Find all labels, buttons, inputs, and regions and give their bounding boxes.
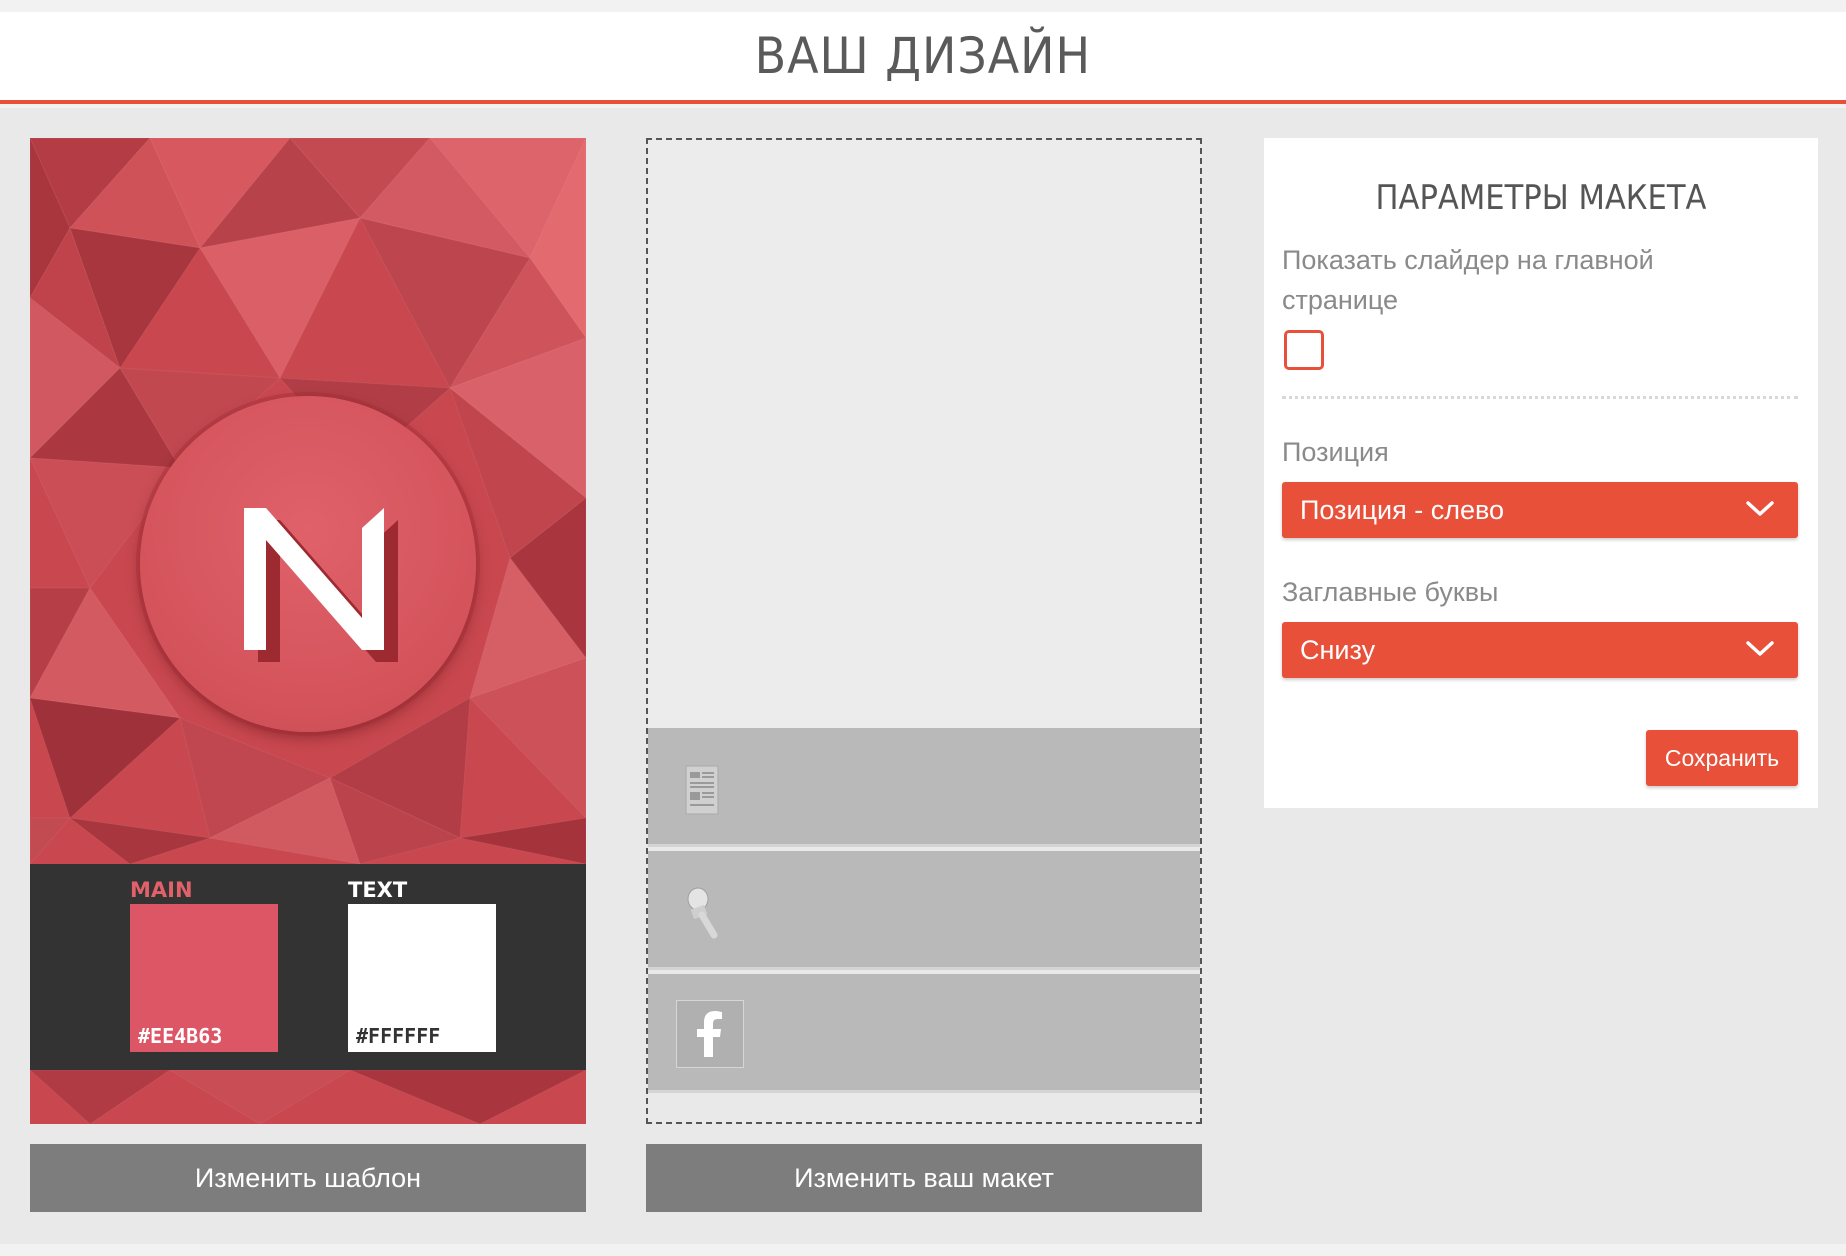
- app-logo: [140, 396, 476, 732]
- change-layout-button[interactable]: Изменить ваш макет: [646, 1144, 1202, 1212]
- chevron-down-icon: [1746, 501, 1774, 516]
- params-title: ПАРАМЕТРЫ МАКЕТА: [1375, 178, 1707, 218]
- microphone-icon: [687, 887, 718, 939]
- text-color-label: TEXT: [348, 878, 408, 902]
- template-preview: MAIN #EE4B63 TEXT #FFFFFF: [30, 138, 586, 1124]
- position-select[interactable]: Позиция - слево: [1282, 482, 1798, 538]
- slider-placeholder: [648, 140, 1200, 728]
- layout-preview: [646, 138, 1202, 1124]
- chevron-down-icon: [1746, 641, 1774, 656]
- layout-params-panel: ПАРАМЕТРЫ МАКЕТА Показать слайдер на гла…: [1264, 138, 1818, 808]
- text-color-swatch: #FFFFFF: [348, 904, 496, 1052]
- capitals-select-value: Снизу: [1300, 634, 1376, 665]
- facebook-icon: [676, 1000, 744, 1068]
- main-color-label: MAIN: [130, 878, 193, 902]
- design-workspace: MAIN #EE4B63 TEXT #FFFFFF Изменить шабло…: [0, 108, 1846, 1244]
- capitals-select[interactable]: Снизу: [1282, 622, 1798, 678]
- slider-option-label: Показать слайдер на главной странице: [1282, 245, 1654, 315]
- text-color-code: #FFFFFF: [356, 1024, 441, 1048]
- layout-row-microphone[interactable]: [648, 851, 1200, 970]
- capitals-label: Заглавные буквы: [1282, 577, 1499, 607]
- position-select-value: Позиция - слево: [1300, 494, 1505, 525]
- color-swatch-panel: MAIN #EE4B63 TEXT #FFFFFF: [30, 864, 586, 1070]
- change-template-button[interactable]: Изменить шаблон: [30, 1144, 586, 1212]
- position-label: Позиция: [1282, 437, 1389, 467]
- main-color-swatch: #EE4B63: [130, 904, 278, 1052]
- separator: [1282, 396, 1798, 399]
- save-button[interactable]: Сохранить: [1646, 730, 1798, 786]
- main-color-code: #EE4B63: [138, 1024, 223, 1048]
- layout-row-news[interactable]: [648, 728, 1200, 847]
- show-slider-checkbox[interactable]: [1284, 330, 1324, 370]
- news-icon: [685, 765, 719, 815]
- layout-row-facebook[interactable]: [648, 974, 1200, 1093]
- page-title: ВАШ ДИЗАЙН: [754, 27, 1092, 85]
- page-header: ВАШ ДИЗАЙН: [0, 12, 1846, 104]
